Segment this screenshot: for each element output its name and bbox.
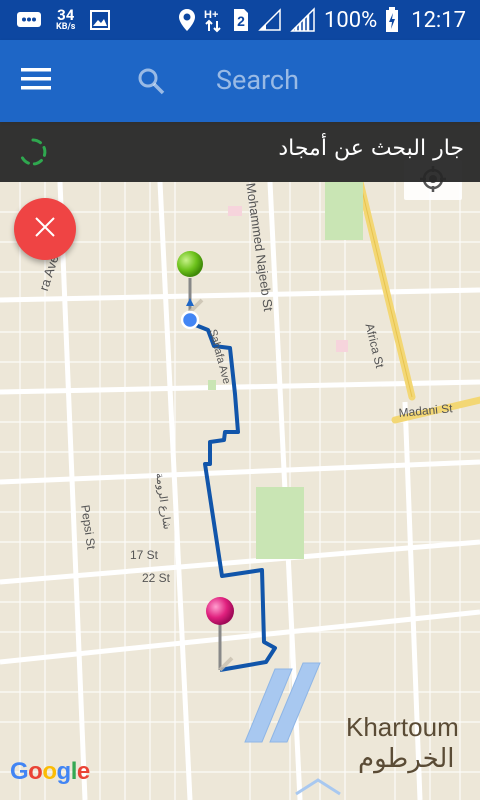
street-label: 22 St bbox=[142, 571, 171, 585]
app-bar bbox=[0, 40, 480, 122]
sim-slot-label: 2 bbox=[237, 13, 245, 29]
hamburger-menu-icon bbox=[21, 68, 51, 94]
sim-icon: 2 bbox=[232, 8, 250, 32]
battery-charging-icon bbox=[385, 7, 399, 33]
close-icon bbox=[34, 216, 56, 242]
signal-strong-icon bbox=[290, 7, 316, 33]
map-canvas[interactable] bbox=[0, 182, 480, 800]
map-view[interactable]: Mohammed Najeeb St Africa St Madani St P… bbox=[0, 182, 480, 800]
city-label-en: Khartoum bbox=[346, 712, 459, 742]
menu-button[interactable] bbox=[0, 40, 72, 122]
network-type-label: H+ bbox=[204, 9, 218, 21]
end-pin-icon[interactable] bbox=[200, 596, 240, 680]
google-logo: Google bbox=[10, 758, 90, 785]
loading-spinner-icon bbox=[20, 138, 47, 166]
battery-percent: 100% bbox=[323, 7, 378, 33]
search-icon[interactable] bbox=[134, 64, 168, 98]
street-label: 17 St bbox=[130, 548, 159, 562]
loading-banner: جار البحث عن أمجاد bbox=[0, 122, 480, 182]
status-bar: 34 KB/s H+ 2 100% 12:17 bbox=[0, 0, 480, 40]
location-icon bbox=[178, 8, 196, 32]
current-location-icon bbox=[181, 298, 199, 330]
clock: 12:17 bbox=[411, 7, 466, 33]
city-label-ar: الخرطوم bbox=[358, 744, 455, 774]
signal-weak-icon bbox=[258, 8, 282, 32]
hplus-network-icon: H+ bbox=[204, 7, 224, 33]
search-input[interactable] bbox=[216, 60, 456, 100]
chat-notification-icon bbox=[16, 10, 42, 30]
close-route-button[interactable] bbox=[14, 198, 76, 260]
loading-message: جار البحث عن أمجاد bbox=[278, 136, 464, 161]
image-icon bbox=[89, 9, 111, 31]
network-speed: 34 KB/s bbox=[56, 8, 75, 32]
speed-unit: KB/s bbox=[56, 22, 76, 32]
speed-value: 34 bbox=[57, 6, 75, 24]
